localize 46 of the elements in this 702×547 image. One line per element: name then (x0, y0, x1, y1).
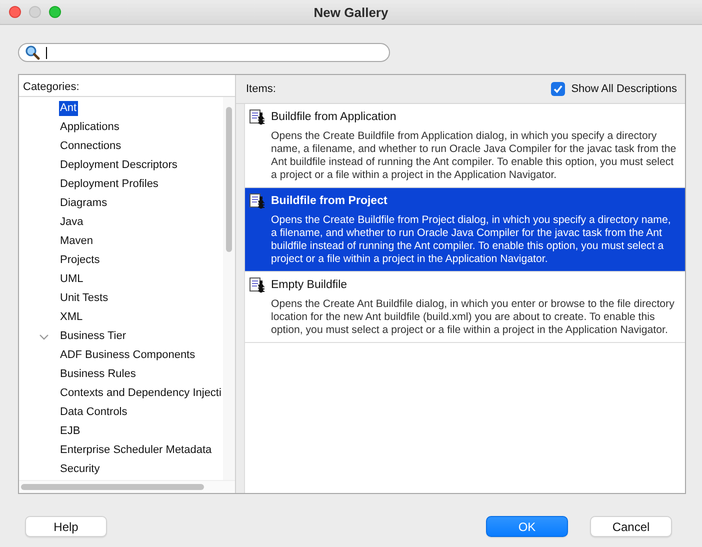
category-item[interactable]: Maven (59, 234, 94, 249)
item-description: Opens the Create Buildfile from Project dialog, in which you specify a directory name, a filename, and whether to run Oracle Java Compiler for the javac task from the Ant buildfile instead of running the Ant compiler. To enable this option, you must select a project or a file within a project in the Application Navigator. (271, 214, 672, 266)
item-title: Buildfile from Application (271, 111, 396, 123)
close-button[interactable] (9, 6, 21, 18)
categories-label: Categories: (23, 81, 80, 93)
item-title: Buildfile from Project (271, 195, 388, 207)
checkbox[interactable] (551, 82, 566, 96)
search-icon (25, 45, 40, 60)
category-item[interactable]: Enterprise Scheduler Metadata (59, 443, 213, 458)
category-item[interactable]: Security (59, 462, 101, 477)
category-item[interactable]: Projects (59, 253, 101, 268)
category-item[interactable]: Applications (59, 120, 120, 135)
item-title: Empty Buildfile (271, 279, 348, 291)
document-bug-icon (249, 192, 266, 210)
category-item[interactable]: Deployment Descriptors (59, 158, 178, 173)
window-title: New Gallery (314, 4, 388, 20)
checkbox-label[interactable]: Show All Descriptions (571, 83, 677, 95)
zoom-button[interactable] (49, 6, 61, 18)
vertical-scrollbar[interactable] (223, 97, 235, 480)
category-item[interactable]: ADF Business Components (59, 348, 196, 363)
item-description: Opens the Create Buildfile from Application dialog, in which you specify a directory name, a filename, and whether to run Oracle Java Compiler for the javac task from the Ant buildfile instead of running the Ant compiler. To enable this option, you must select a project or a file within a project in the Application Navigator. (271, 130, 677, 182)
item-description: Opens the Create Ant Buildfile dialog, in which you enter or browse to the file directory location for the new Ant buildfile (build.xml) you are about to create. To enable this option, you must select a project or a file within a project in the Application Navigator. (271, 298, 676, 337)
chevron-down-icon[interactable] (39, 332, 49, 342)
dialog-button[interactable]: OK (486, 516, 568, 537)
category-item[interactable]: XML (59, 310, 84, 325)
gallery-item[interactable] (245, 188, 685, 272)
dialog-button[interactable]: Cancel (590, 516, 672, 537)
category-item[interactable]: Java (59, 215, 84, 230)
category-item[interactable]: UML (59, 272, 84, 287)
document-bug-icon (249, 276, 266, 294)
category-item[interactable]: Deployment Profiles (59, 177, 160, 192)
items-label: Items: (246, 83, 276, 95)
category-item[interactable]: EJB (59, 424, 82, 439)
category-item[interactable]: Business Tier (59, 329, 128, 344)
category-item[interactable]: Unit Tests (59, 291, 110, 306)
dialog-button[interactable]: Help (25, 516, 107, 537)
category-item[interactable]: Diagrams (59, 196, 108, 211)
category-item[interactable]: Contexts and Dependency Injecti (59, 386, 222, 401)
category-item[interactable]: Data Controls (59, 405, 128, 420)
search-field[interactable] (18, 43, 390, 62)
category-item[interactable]: Connections (59, 139, 122, 154)
minimize-button[interactable] (29, 6, 41, 18)
document-bug-icon (249, 108, 266, 126)
horizontal-scrollbar[interactable] (19, 480, 235, 493)
category-item[interactable]: Business Rules (59, 367, 137, 382)
category-item[interactable]: Ant (59, 101, 78, 116)
